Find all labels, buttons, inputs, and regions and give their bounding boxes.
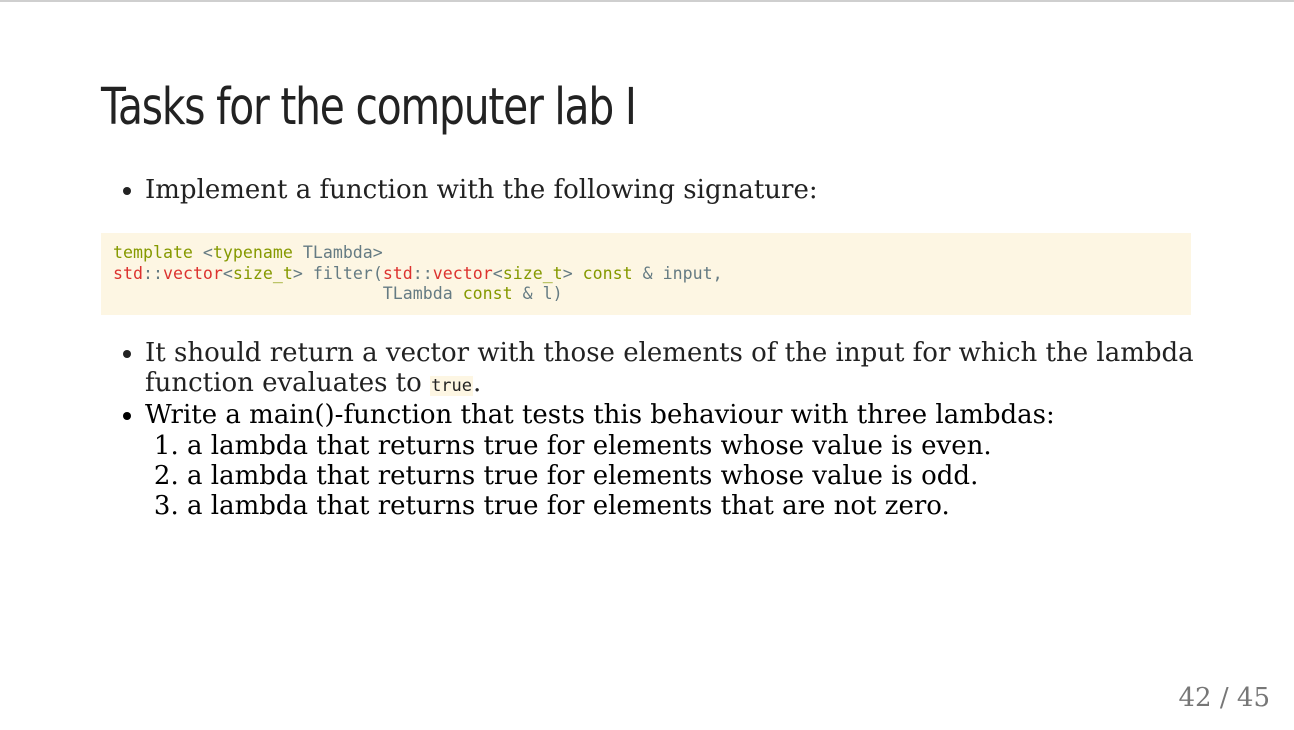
code-token: std <box>382 263 413 283</box>
page-current: 42 <box>1178 683 1212 713</box>
page-total: 45 <box>1236 683 1270 713</box>
top-rule <box>0 0 1294 2</box>
page-counter: 42 / 45 <box>1179 683 1270 713</box>
lambda-list-item: a lambda that returns true for elements … <box>187 491 1205 521</box>
code-block: template <typename TLambda> std::vector<… <box>101 233 1191 315</box>
code-token: input <box>662 263 713 283</box>
code-token: TLambda <box>382 284 453 303</box>
slide-title: Tasks for the computer lab I <box>101 78 637 137</box>
lambda-list: a lambda that returns true for elements … <box>145 431 1205 521</box>
inline-code-true: true <box>430 375 474 396</box>
bullet-list-top: Implement a function with the following … <box>101 175 1245 206</box>
code-token: vector <box>432 263 493 283</box>
code-token: typename <box>212 243 293 262</box>
code-token: filter <box>312 263 373 283</box>
page-separator: / <box>1219 683 1229 713</box>
code-token: vector <box>162 263 223 283</box>
lambda-list-item: a lambda that returns true for elements … <box>187 431 1205 461</box>
code-token: TLambda <box>302 243 373 262</box>
punctuation: . <box>473 367 482 398</box>
code-token: size_t <box>232 263 293 283</box>
bullet-text: Implement a function with the following … <box>145 175 818 205</box>
code-token: template <box>113 243 193 262</box>
code-token: l <box>542 284 553 303</box>
bullet-list-bottom: It should return a vector with those ele… <box>101 338 1205 521</box>
code-token: size_t <box>502 263 563 283</box>
bullet-text: It should return a vector with those ele… <box>145 338 1194 398</box>
bullet-item: Write a main()-function that tests this … <box>145 400 1205 521</box>
code-token: const <box>462 284 513 303</box>
bullet-item: Implement a function with the following … <box>145 175 1245 206</box>
bullet-item: It should return a vector with those ele… <box>145 338 1205 401</box>
code-token: std <box>113 263 143 283</box>
code-token: const <box>582 263 633 283</box>
lambda-list-item: a lambda that returns true for elements … <box>187 461 1205 491</box>
bullet-text: Write a main()-function that tests this … <box>145 400 1055 430</box>
